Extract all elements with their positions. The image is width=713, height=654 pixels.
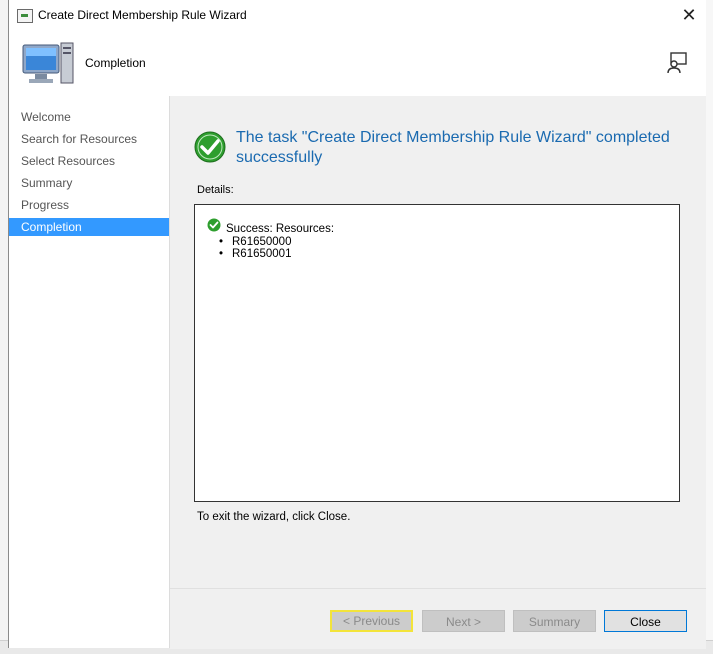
wizard-header: Completion — [9, 31, 706, 96]
person-help-icon[interactable] — [665, 51, 689, 75]
wizard-window-icon — [17, 9, 33, 23]
check-circle-icon — [194, 131, 226, 163]
list-item: R61650000 — [219, 236, 291, 248]
background-app-right — [705, 0, 713, 653]
window-title: Create Direct Membership Rule Wizard — [38, 8, 247, 22]
summary-button[interactable]: Summary — [513, 610, 596, 632]
next-button[interactable]: Next > — [422, 610, 505, 632]
result-heading: The task "Create Direct Membership Rule … — [236, 129, 670, 166]
wizard-footer: < Previous Next > Summary Close — [170, 588, 706, 649]
success-text: Success: Resources: — [226, 223, 335, 235]
wizard-content: The task "Create Direct Membership Rule … — [170, 96, 706, 588]
close-icon[interactable]: ✕ — [677, 4, 701, 26]
details-label: Details: — [197, 184, 234, 196]
success-check-icon — [207, 218, 221, 232]
nav-item-progress[interactable]: Progress — [9, 196, 169, 214]
nav-item-completion[interactable]: Completion — [9, 218, 169, 236]
close-button[interactable]: Close — [604, 610, 687, 632]
wizard-window: Create Direct Membership Rule Wizard ✕ C… — [8, 0, 706, 649]
resource-list: R61650000 R61650001 — [219, 236, 291, 260]
background-app-left — [0, 0, 8, 653]
nav-item-welcome[interactable]: Welcome — [9, 108, 169, 126]
exit-instructions: To exit the wizard, click Close. — [197, 511, 351, 523]
title-bar[interactable]: Create Direct Membership Rule Wizard ✕ — [9, 0, 706, 31]
computer-monitor-icon — [22, 42, 74, 84]
page-title: Completion — [85, 56, 146, 70]
list-item: R61650001 — [219, 248, 291, 260]
nav-item-summary[interactable]: Summary — [9, 174, 169, 192]
previous-button[interactable]: < Previous — [330, 610, 413, 632]
details-box[interactable]: Success: Resources: R61650000 R61650001 — [194, 204, 680, 502]
nav-item-search-for-resources[interactable]: Search for Resources — [9, 130, 169, 148]
wizard-steps-nav: Welcome Search for Resources Select Reso… — [9, 96, 170, 648]
nav-item-select-resources[interactable]: Select Resources — [9, 152, 169, 170]
